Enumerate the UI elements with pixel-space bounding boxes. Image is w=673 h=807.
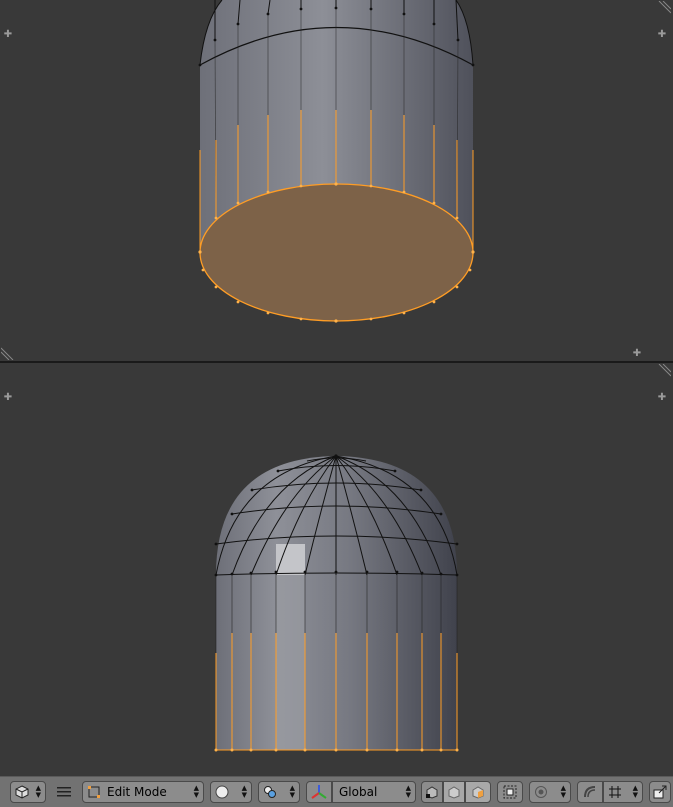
pivot-point-selector[interactable]: ▲ ▼	[258, 781, 300, 803]
dropdown-arrows-icon: ▲ ▼	[241, 784, 247, 799]
edit-mode-icon	[88, 786, 100, 798]
dropdown-arrows-icon: ▲ ▼	[632, 784, 638, 799]
snap-element-selector[interactable]: ▲ ▼	[603, 781, 643, 803]
region-plus-icon[interactable]: ✚	[632, 349, 642, 359]
snap-icon	[584, 786, 596, 798]
area-split-corner-icon[interactable]	[657, 364, 671, 378]
dropdown-arrows-icon: ▲ ▼	[35, 784, 41, 799]
cylinder-mesh-top[interactable]	[0, 0, 673, 361]
limit-selection-icon	[503, 785, 517, 799]
bottom-3d-viewport[interactable]: ✚ ✚	[0, 363, 673, 776]
region-plus-icon[interactable]: ✚	[3, 393, 13, 403]
snap-toggle[interactable]	[577, 781, 603, 803]
face-select-button[interactable]	[465, 781, 491, 803]
proportional-edit-selector[interactable]: ▲ ▼	[529, 781, 571, 803]
edge-select-button[interactable]	[443, 781, 465, 803]
capsule-mesh-bottom[interactable]	[0, 363, 673, 776]
vertex-select-icon	[426, 786, 438, 799]
region-plus-icon[interactable]: ✚	[657, 393, 667, 403]
mode-selector[interactable]: Edit Mode ▲ ▼	[82, 781, 204, 803]
solid-shading-icon	[215, 785, 229, 799]
top-3d-viewport[interactable]: ✚ ✚ ✚	[0, 0, 673, 361]
render-icon	[653, 785, 667, 799]
manipulator-toggle[interactable]	[306, 781, 332, 803]
vertex-select-button[interactable]	[421, 781, 443, 803]
dropdown-arrows-icon: ▲ ▼	[560, 784, 566, 799]
editor-type-selector[interactable]: ▲ ▼	[10, 781, 46, 803]
manipulator-icon	[311, 785, 327, 799]
limit-selection-toggle[interactable]	[497, 781, 523, 803]
edge-select-icon	[448, 786, 460, 799]
viewport-shading-selector[interactable]: ▲ ▼	[210, 781, 252, 803]
menu-icon[interactable]	[56, 785, 72, 799]
render-button[interactable]	[649, 781, 671, 803]
pivot-icon	[264, 786, 276, 798]
area-split-corner-icon[interactable]	[657, 1, 671, 15]
orientation-label: Global	[339, 785, 378, 799]
dropdown-arrows-icon: ▲ ▼	[405, 784, 411, 799]
3d-view-header: ▲ ▼ Edit Mode ▲ ▼ ▲ ▼ ▲ ▼ Global ▲ ▼ ▲ ▼…	[0, 776, 673, 807]
proportional-edit-icon	[535, 786, 547, 798]
dropdown-arrows-icon: ▲ ▼	[289, 784, 295, 799]
cube-view-icon	[15, 785, 29, 799]
region-plus-icon[interactable]: ✚	[657, 30, 667, 40]
region-plus-icon[interactable]: ✚	[3, 30, 13, 40]
area-split-corner-icon[interactable]	[1, 346, 15, 360]
face-select-icon	[472, 786, 484, 799]
snap-target-icon	[609, 786, 621, 798]
transform-orientation-selector[interactable]: Global ▲ ▼	[332, 781, 416, 803]
dropdown-arrows-icon: ▲ ▼	[193, 784, 199, 799]
